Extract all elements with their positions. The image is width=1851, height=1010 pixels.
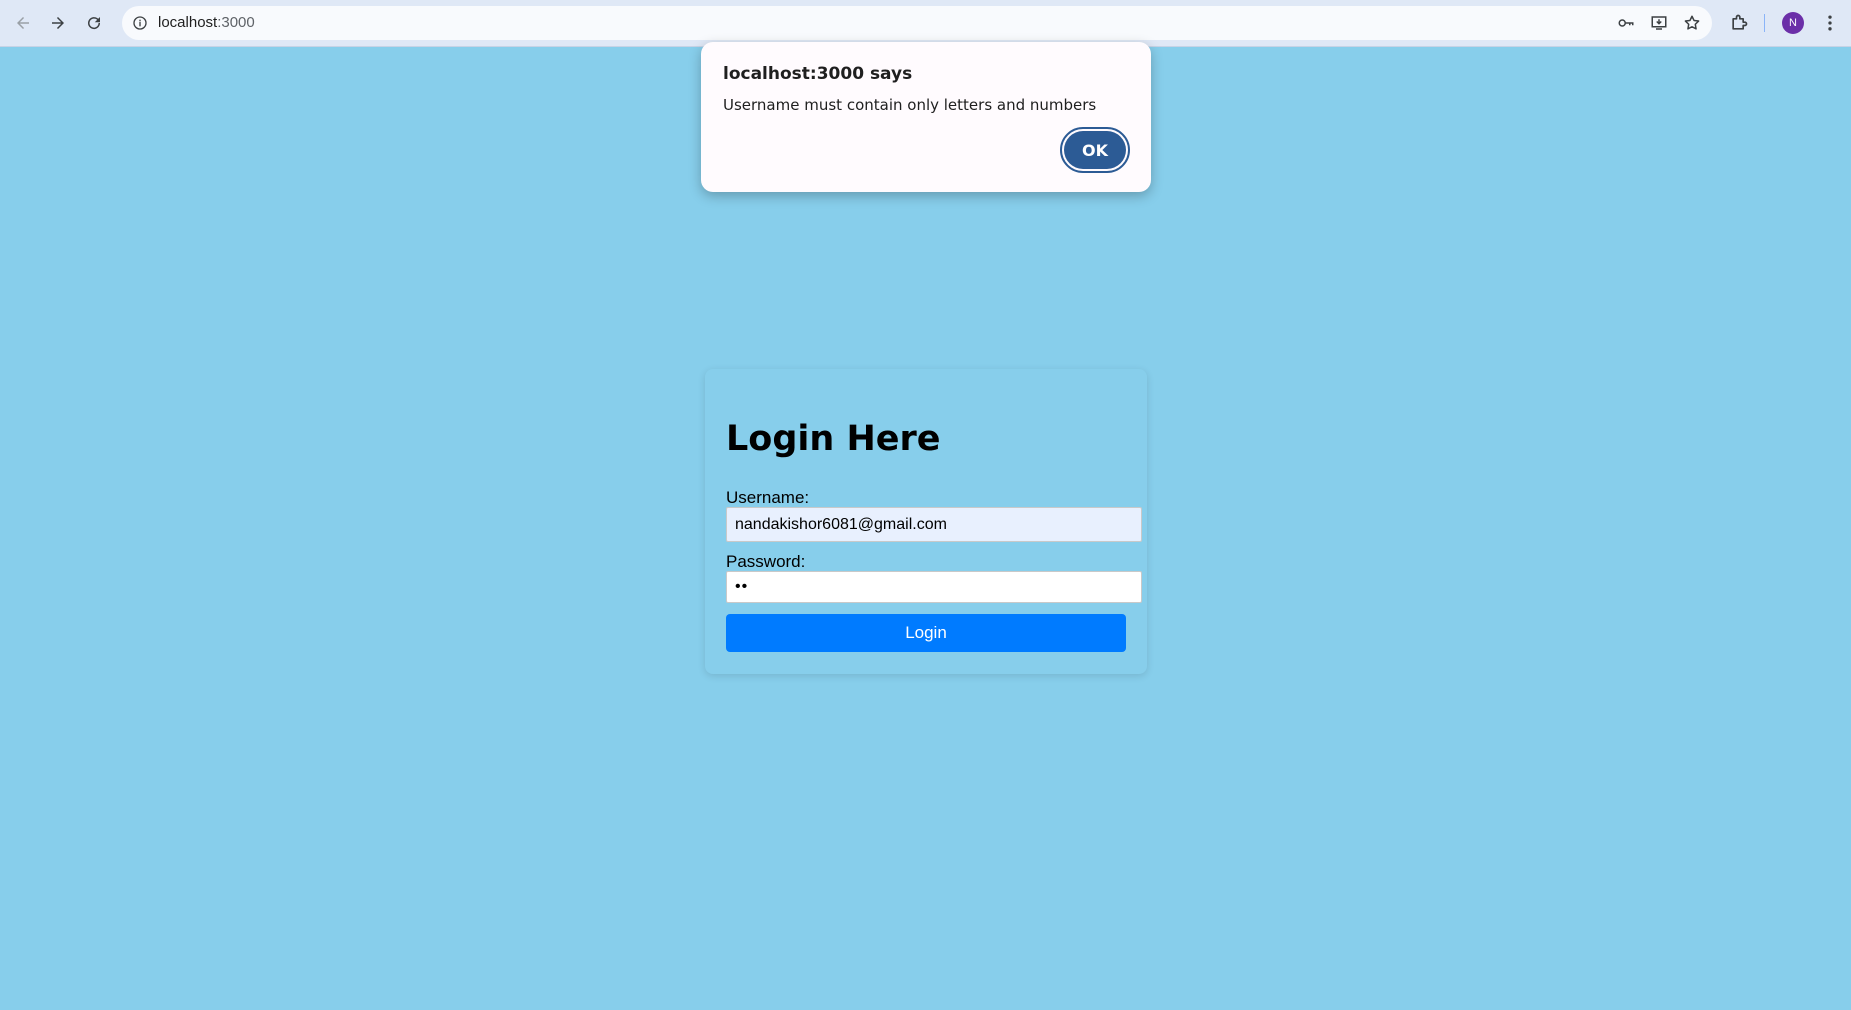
- toolbar-separator: [1764, 14, 1765, 32]
- login-card: Login Here Username: nandakishor6081@gma…: [705, 369, 1147, 674]
- password-key-icon[interactable]: [1616, 13, 1636, 33]
- url-text: localhost:3000: [158, 14, 255, 31]
- login-button[interactable]: Login: [726, 614, 1126, 652]
- dialog-ok-button[interactable]: OK: [1060, 127, 1130, 173]
- profile-avatar[interactable]: N: [1782, 12, 1804, 34]
- username-label: Username:: [726, 488, 810, 507]
- extensions-icon[interactable]: [1725, 9, 1753, 37]
- password-input[interactable]: ••: [726, 571, 1142, 603]
- forward-button[interactable]: [44, 9, 72, 37]
- alert-dialog: localhost:3000 says Username must contai…: [701, 42, 1151, 192]
- dialog-title: localhost:3000 says: [723, 64, 913, 84]
- url-host: localhost: [158, 14, 218, 31]
- login-heading: Login Here: [726, 419, 941, 459]
- dialog-message: Username must contain only letters and n…: [723, 96, 1097, 114]
- reload-button[interactable]: [80, 9, 108, 37]
- reload-icon: [88, 17, 101, 30]
- back-arrow-icon: [17, 17, 29, 29]
- site-info-icon[interactable]: [130, 13, 150, 33]
- password-label: Password:: [726, 552, 806, 571]
- url-port: :3000: [217, 14, 255, 31]
- menu-kebab-icon[interactable]: [1816, 9, 1844, 37]
- forward-arrow-icon: [52, 17, 64, 29]
- username-input[interactable]: nandakishor6081@gmail.com: [726, 507, 1142, 542]
- bookmark-star-icon[interactable]: [1682, 13, 1702, 33]
- back-button[interactable]: [9, 9, 37, 37]
- browser-toolbar: localhost:3000 N: [0, 0, 1851, 47]
- install-app-icon[interactable]: [1649, 13, 1669, 33]
- address-bar[interactable]: localhost:3000: [122, 6, 1712, 40]
